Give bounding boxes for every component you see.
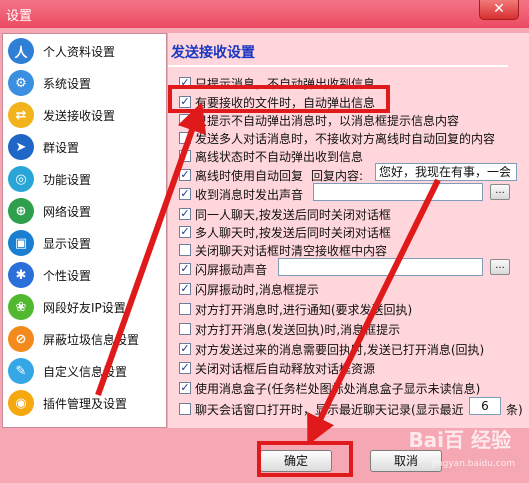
baidu-watermark-url: jingyan.baidu.com bbox=[431, 459, 515, 469]
arrow-to-ok bbox=[307, 178, 441, 446]
baidu-watermark: Bai百 经验 bbox=[408, 428, 511, 452]
annotation-arrows bbox=[95, 101, 441, 446]
arrow-to-option bbox=[95, 101, 207, 397]
